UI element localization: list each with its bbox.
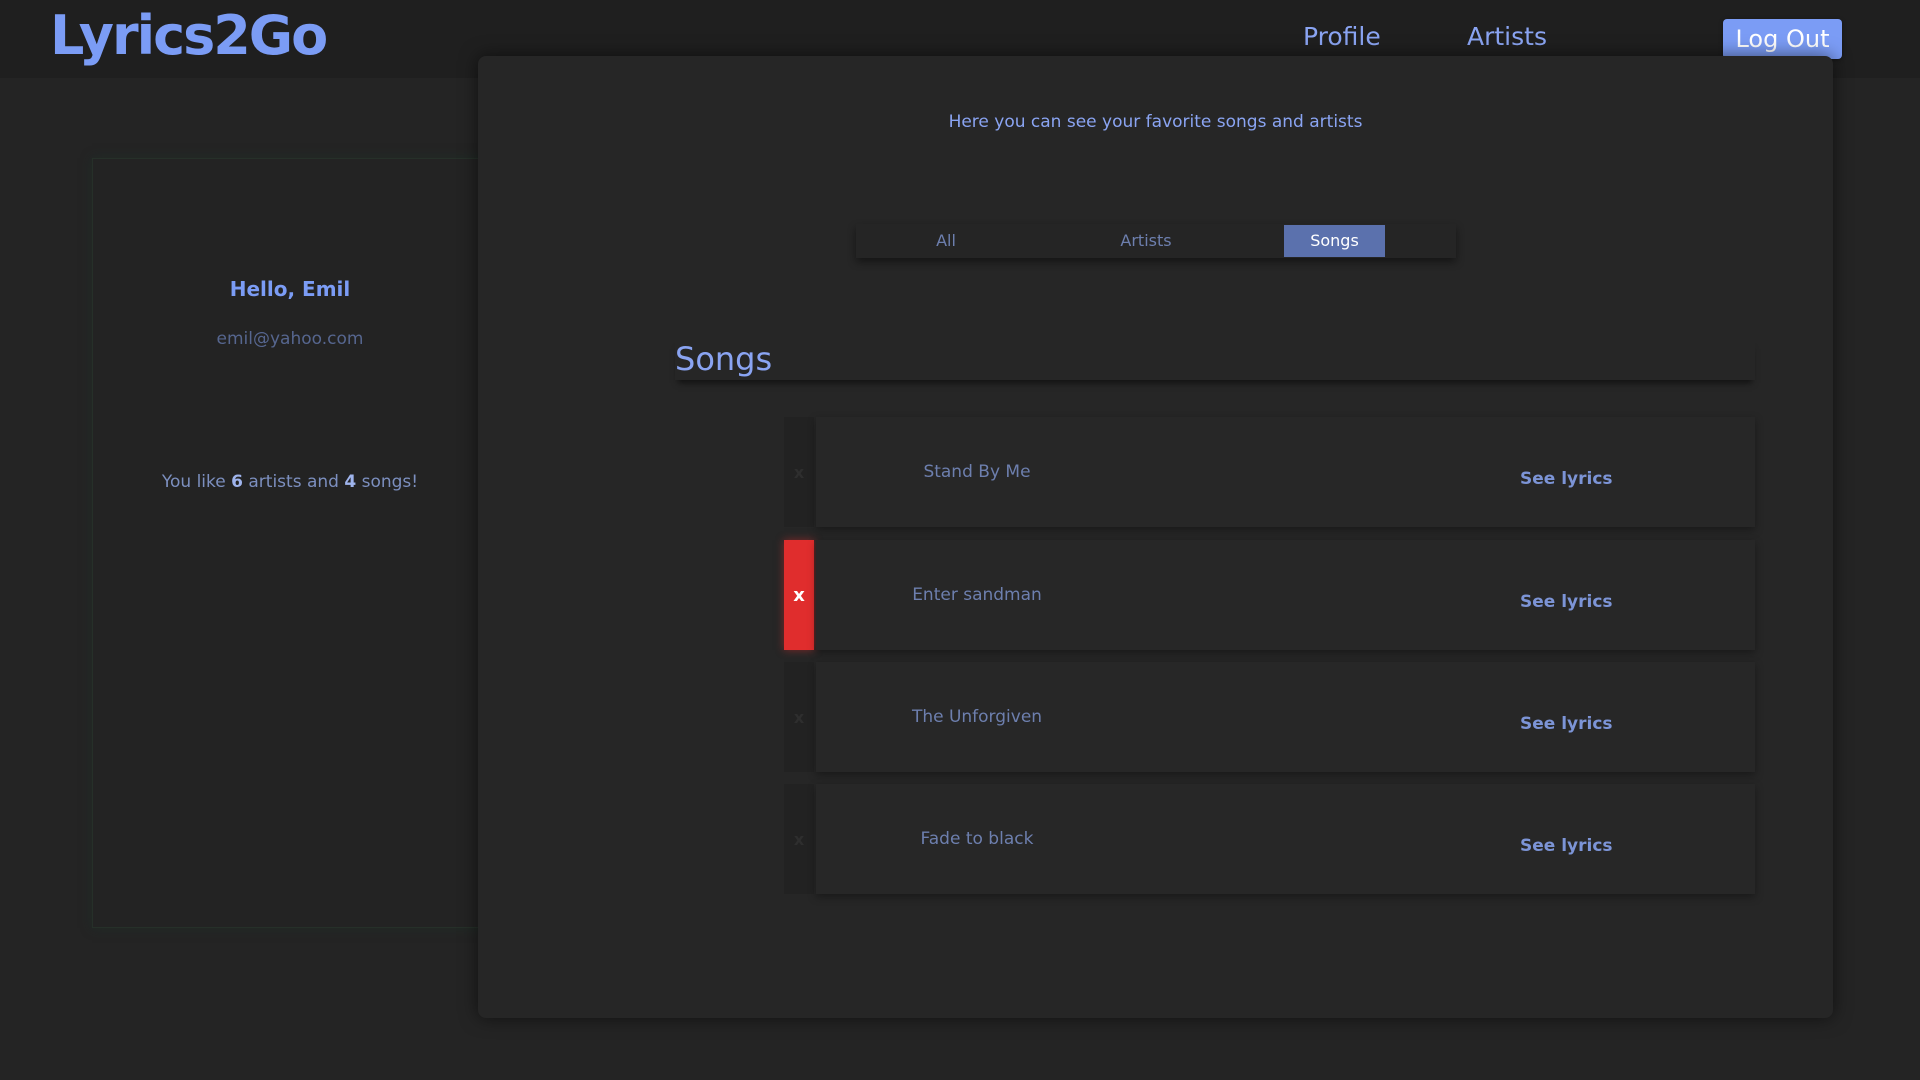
- tab-all[interactable]: All: [896, 224, 996, 258]
- likes-suffix: songs!: [356, 472, 419, 492]
- section-title: Songs: [675, 340, 773, 378]
- song-title: Enter sandman: [912, 585, 1042, 605]
- artists-count: 6: [231, 472, 243, 492]
- see-lyrics-link[interactable]: See lyrics: [1520, 784, 1613, 908]
- remove-song-button[interactable]: x: [784, 662, 814, 772]
- nav-profile-link[interactable]: Profile: [1303, 22, 1381, 51]
- song-row: x Fade to black See lyrics: [784, 784, 1755, 894]
- remove-song-button[interactable]: x: [784, 784, 814, 894]
- see-lyrics-link[interactable]: See lyrics: [1520, 417, 1613, 541]
- user-email: emil@yahoo.com: [216, 329, 364, 349]
- song-row: x The Unforgiven See lyrics: [784, 662, 1755, 772]
- song-title: Fade to black: [920, 829, 1034, 849]
- greeting: Hello, Emil: [229, 277, 351, 301]
- remove-song-button[interactable]: x: [784, 417, 814, 527]
- songs-section-header: Songs: [675, 340, 1755, 380]
- see-lyrics-link[interactable]: See lyrics: [1520, 662, 1613, 786]
- app-logo[interactable]: Lyrics2Go: [50, 4, 328, 67]
- likes-prefix: You like: [161, 472, 232, 492]
- favorites-panel: Here you can see your favorite songs and…: [478, 56, 1833, 1018]
- song-card: Enter sandman See lyrics: [816, 540, 1755, 650]
- nav-artists-link[interactable]: Artists: [1467, 22, 1547, 51]
- see-lyrics-link[interactable]: See lyrics: [1520, 540, 1613, 664]
- song-card: Fade to black See lyrics: [816, 784, 1755, 894]
- song-title: The Unforgiven: [911, 707, 1043, 727]
- profile-card: Hello, Emil emil@yahoo.com You like 6 ar…: [92, 158, 512, 928]
- tab-artists[interactable]: Artists: [1096, 224, 1196, 258]
- song-row: x Stand By Me See lyrics: [784, 417, 1755, 527]
- song-card: Stand By Me See lyrics: [816, 417, 1755, 527]
- logout-button[interactable]: Log Out: [1723, 19, 1842, 59]
- song-title: Stand By Me: [923, 462, 1031, 482]
- songs-count: 4: [344, 472, 357, 492]
- remove-song-button[interactable]: x: [784, 540, 814, 650]
- panel-subtitle: Here you can see your favorite songs and…: [948, 112, 1363, 132]
- likes-middle: artists and: [242, 472, 345, 492]
- tab-songs[interactable]: Songs: [1284, 225, 1385, 257]
- song-card: The Unforgiven See lyrics: [816, 662, 1755, 772]
- song-row: x Enter sandman See lyrics: [784, 540, 1755, 650]
- likes-summary: You like 6 artists and 4 songs!: [93, 472, 487, 492]
- filter-tabs: All Artists Songs: [856, 224, 1456, 258]
